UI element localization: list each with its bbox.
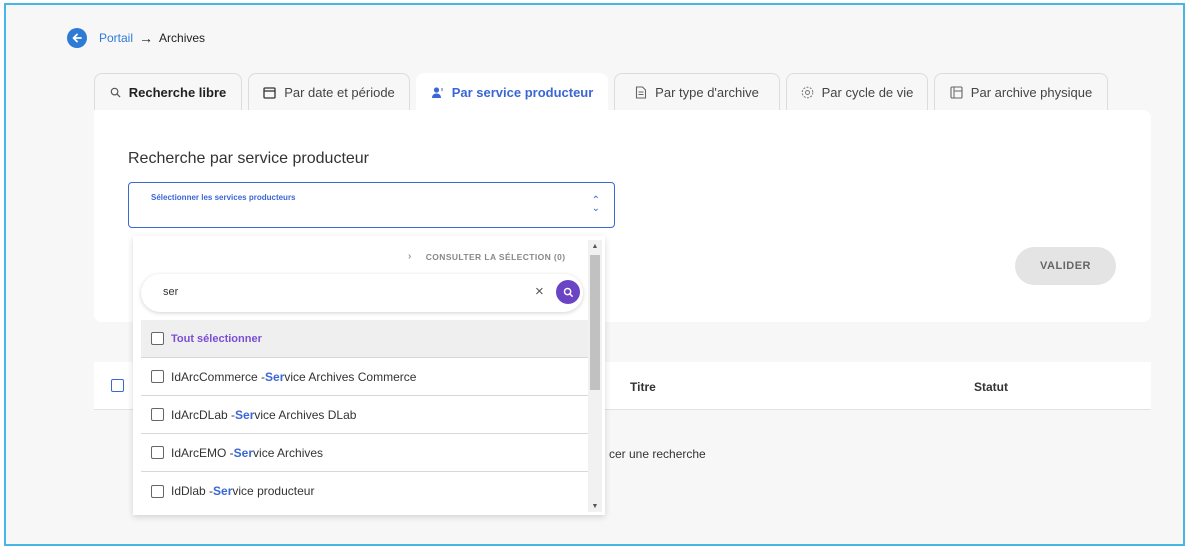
chevron-up-down-icon: ⌃ ⌄ (591, 195, 600, 214)
breadcrumb-separator: → (139, 30, 154, 46)
dropdown-scrollbar[interactable]: ▲ ▼ (588, 240, 602, 512)
scroll-down-arrow-icon[interactable]: ▼ (588, 500, 602, 512)
checkbox[interactable] (151, 408, 164, 421)
checkbox[interactable] (151, 446, 164, 459)
tab-label: Par service producteur (451, 85, 594, 100)
tab-par-archive-physique[interactable]: Par archive physique (934, 73, 1108, 111)
checkbox[interactable] (151, 332, 164, 345)
column-header-statut[interactable]: Statut (974, 380, 1008, 394)
tab-par-service-producteur[interactable]: Par service producteur (416, 73, 608, 111)
user-icon (431, 86, 444, 99)
select-all-option[interactable]: Tout sélectionner (141, 320, 589, 358)
service-producteur-select[interactable]: Sélectionner les services producteurs ⌃ ⌄ (128, 182, 615, 228)
list-item[interactable]: IdArcEMO - Ser vice Archives (141, 434, 589, 472)
select-all-label: Tout sélectionner (171, 332, 262, 345)
tab-label: Recherche libre (128, 85, 227, 100)
consult-selection-link[interactable]: › CONSULTER LA SÉLECTION (0) (408, 251, 566, 262)
breadcrumb: Portail → Archives (67, 28, 205, 48)
list-item[interactable]: IdDlab - Ser vice producteur (141, 472, 589, 510)
document-icon (635, 86, 647, 99)
breadcrumb-portal-link[interactable]: Portail (99, 31, 133, 45)
breadcrumb-current: Archives (159, 31, 206, 45)
tab-label: Par date et période (284, 85, 395, 100)
option-prefix: IdArcEMO - (171, 445, 234, 460)
validate-button[interactable]: VALIDER (1015, 247, 1116, 285)
option-rest: vice producteur (232, 484, 315, 498)
search-button[interactable] (556, 280, 580, 304)
scroll-thumb[interactable] (590, 255, 600, 390)
consult-selection-label: CONSULTER LA SÉLECTION (0) (425, 251, 566, 262)
option-rest: vice Archives DLab (254, 407, 357, 422)
checkbox[interactable] (151, 370, 164, 383)
tab-par-date[interactable]: Par date et période (248, 73, 410, 111)
select-all-rows-checkbox[interactable] (111, 379, 124, 392)
cycle-icon (801, 86, 814, 99)
column-header-titre[interactable]: Titre (630, 380, 656, 394)
option-match: Ser (235, 407, 255, 422)
tab-par-type-archive[interactable]: Par type d'archive (614, 73, 780, 111)
option-prefix: IdDlab - (171, 484, 214, 498)
option-rest: vice Archives Commerce (284, 369, 417, 384)
tab-par-cycle-de-vie[interactable]: Par cycle de vie (786, 73, 928, 111)
tab-label: Par cycle de vie (821, 85, 914, 100)
box-icon (950, 86, 963, 99)
search-icon (563, 287, 573, 297)
option-match: Ser (265, 369, 285, 384)
service-producteur-dropdown: › CONSULTER LA SÉLECTION (0) ser × Tout … (133, 236, 605, 515)
option-rest: vice Archives (253, 445, 324, 460)
dropdown-search-input[interactable]: ser (163, 286, 178, 298)
scroll-up-arrow-icon[interactable]: ▲ (588, 240, 602, 252)
search-tabs: Recherche libre Par date et période Par … (94, 73, 1114, 111)
list-item[interactable]: IdArcCommerce - Ser vice Archives Commerc… (141, 358, 589, 396)
option-match: Ser (233, 445, 254, 460)
tab-label: Par type d'archive (655, 85, 759, 100)
search-icon (110, 87, 121, 98)
empty-results-message: cer une recherche (609, 447, 706, 461)
form-title: Recherche par service producteur (128, 150, 370, 167)
option-prefix: IdArcDLab - (171, 407, 236, 422)
app-frame: Portail → Archives Recherche libre Par d… (4, 3, 1185, 546)
option-prefix: IdArcCommerce - (171, 369, 266, 384)
select-label: Sélectionner les services producteurs (151, 193, 296, 202)
dropdown-search-field[interactable]: ser × (141, 274, 583, 312)
chevron-right-icon: › (408, 251, 412, 262)
back-arrow-icon[interactable] (67, 28, 87, 48)
list-item[interactable]: IdArcDLab - Ser vice Archives DLab (141, 396, 589, 434)
tab-recherche-libre[interactable]: Recherche libre (94, 73, 242, 111)
tab-label: Par archive physique (970, 85, 1093, 100)
option-match: Ser (213, 484, 233, 498)
option-list: Tout sélectionner IdArcCommerce - Ser vic… (141, 320, 589, 510)
clear-icon[interactable]: × (535, 283, 544, 300)
checkbox[interactable] (151, 484, 164, 498)
calendar-icon (263, 86, 276, 99)
